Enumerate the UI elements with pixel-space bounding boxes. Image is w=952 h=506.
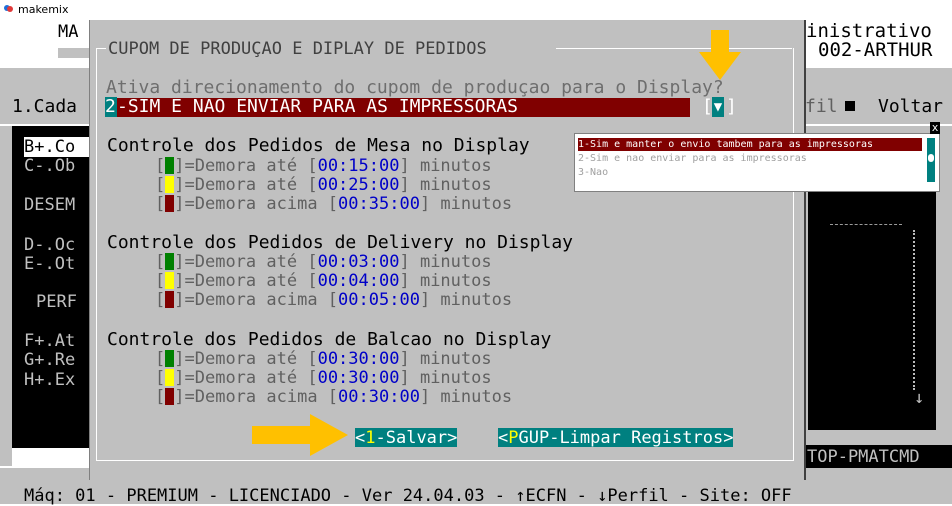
dropdown-option[interactable]: 1-Sim e manter o envio tambem para as im… [578, 138, 922, 151]
bg-gray-bar [58, 48, 90, 58]
close-icon[interactable]: x [930, 122, 940, 134]
bg-top-left-text: MA [58, 22, 79, 42]
timer-row: []=Demora acima [00:05:00] minutos [155, 290, 513, 310]
status-swatch-red [165, 291, 175, 308]
dropdown-option[interactable]: 2-Sim e nao enviar para as impressoras [578, 152, 922, 165]
save-button[interactable]: <1-Salvar> [355, 428, 458, 448]
scrollbar-thumb[interactable] [928, 154, 934, 162]
bg-side-item[interactable]: H+.Ex [24, 370, 75, 390]
bg-side-item[interactable]: G+.Re [24, 350, 75, 370]
timer-suffix: minutos [430, 194, 513, 214]
time-input[interactable]: 00:25:00 [318, 175, 400, 195]
timer-suffix: minutos [409, 271, 492, 291]
status-swatch-red [165, 195, 175, 212]
bg-side-item[interactable]: E-.Ot [24, 254, 75, 274]
clear-records-button[interactable]: <PGUP-Limpar Registros> [498, 428, 734, 448]
bg-scroll-down-icon[interactable]: ↓ [914, 388, 924, 408]
timer-label: =Demora até [184, 271, 308, 291]
timer-label: =Demora até [184, 156, 308, 176]
status-swatch-red [165, 388, 175, 405]
timer-label: =Demora até [184, 175, 308, 195]
timer-suffix: minutos [409, 349, 492, 369]
timer-label: =Demora acima [184, 290, 328, 310]
section-title-balcao: Controle dos Pedidos de Balcao no Displa… [107, 329, 552, 350]
dropdown-scrollbar[interactable] [927, 138, 935, 182]
time-input[interactable]: 00:03:00 [318, 252, 400, 272]
bg-scrollbar[interactable] [913, 230, 923, 390]
timer-label: =Demora acima [184, 387, 328, 407]
dropdown-option[interactable]: 3-Nao [578, 166, 922, 179]
timer-row: []=Demora até [00:03:00] minutos [155, 252, 492, 272]
status-swatch-green [165, 253, 175, 270]
frame-left-stub [96, 48, 106, 49]
bg-side-item[interactable]: C-.Ob [24, 156, 75, 176]
time-input[interactable]: 00:35:00 [338, 194, 420, 214]
section-title-delivery: Controle dos Pedidos de Delivery no Disp… [107, 232, 573, 253]
bg-left-edge [0, 126, 12, 466]
app-icon [4, 5, 13, 12]
timer-row: []=Demora até [00:04:00] minutos [155, 271, 492, 291]
bg-menu-left[interactable]: 1.Cada [12, 97, 77, 117]
timer-label: =Demora até [184, 349, 308, 369]
timer-suffix: minutos [409, 156, 492, 176]
clear-label: GUP-Limpar Registros> [518, 428, 734, 448]
status-swatch-green [165, 350, 175, 367]
bg-menu-voltar[interactable]: Voltar [878, 97, 943, 117]
timer-row: []=Demora acima [00:35:00] minutos [155, 194, 513, 214]
time-input[interactable]: 00:04:00 [318, 271, 400, 291]
timer-row: []=Demora até [00:25:00] minutos [155, 175, 492, 195]
clear-hotkey: P [508, 428, 519, 448]
arrow-right-icon [252, 414, 348, 456]
select-value: -SIM E NAO ENVIAR PARA AS IMPRESSORAS [117, 96, 518, 117]
dropdown-bracket-right: ] [726, 96, 737, 117]
dropdown-list: x 1-Sim e manter o envio tambem para as … [574, 122, 940, 192]
bg-side-item[interactable]: DESEM [24, 195, 75, 215]
timer-suffix: minutos [409, 175, 492, 195]
timer-label: =Demora até [184, 252, 308, 272]
dropdown-toggle-button[interactable]: ▼ [712, 97, 724, 117]
timer-row: []=Demora até [00:15:00] minutos [155, 156, 492, 176]
status-swatch-yellow [165, 272, 175, 289]
bg-side-item[interactable]: PERF [36, 292, 77, 312]
time-input[interactable]: 00:30:00 [318, 368, 400, 388]
timer-suffix: minutos [430, 290, 513, 310]
bg-side-item[interactable]: D-.Oc [24, 235, 75, 255]
time-input[interactable]: 00:30:00 [318, 349, 400, 369]
dialog-title: CUPOM DE PRODUÇAO E DIPLAY DE PEDIDOS [108, 39, 487, 59]
bg-menu-fil[interactable]: fil [805, 97, 838, 117]
bg-side-item[interactable]: F+.At [24, 331, 75, 351]
timer-label: =Demora acima [184, 194, 328, 214]
frame-right-stub [556, 48, 792, 49]
timer-label: =Demora até [184, 368, 308, 388]
time-input[interactable]: 00:15:00 [318, 156, 400, 176]
timer-row: []=Demora até [00:30:00] minutos [155, 349, 492, 369]
status-swatch-green [165, 157, 175, 174]
bg-top-right-2: 002-ARTHUR [818, 39, 933, 61]
timer-row: []=Demora acima [00:30:00] minutos [155, 387, 513, 407]
bg-side-item[interactable]: B+.Co [24, 137, 90, 157]
window-titlebar: makemix [0, 0, 952, 20]
select-index: 2 [105, 96, 117, 117]
section-title-mesa: Controle dos Pedidos de Mesa no Display [107, 135, 530, 156]
timer-suffix: minutos [409, 252, 492, 272]
timer-suffix: minutos [409, 368, 492, 388]
save-hotkey: 1 [365, 428, 376, 448]
dialog-question: Ativa direcionamento do cupom de produça… [106, 77, 724, 98]
timer-row: []=Demora até [00:30:00] minutos [155, 368, 492, 388]
arrow-down-icon [699, 30, 741, 80]
time-input[interactable]: 00:05:00 [338, 290, 420, 310]
bg-right-divider [830, 224, 902, 226]
window-title: makemix [18, 3, 69, 16]
status-swatch-yellow [165, 369, 175, 386]
timer-suffix: minutos [430, 387, 513, 407]
bg-left-black [24, 426, 90, 448]
bg-top-right-1: inistrativo [806, 20, 932, 42]
save-label: -Salvar> [375, 428, 458, 448]
bg-status-line: Máq: 01 - PREMIUM - LICENCIADO - Ver 24.… [24, 486, 792, 506]
bg-menu-square [845, 101, 855, 111]
bg-right-label: TOP-PMATCMD [807, 447, 920, 467]
time-input[interactable]: 00:30:00 [338, 387, 420, 407]
status-swatch-yellow [165, 176, 175, 193]
